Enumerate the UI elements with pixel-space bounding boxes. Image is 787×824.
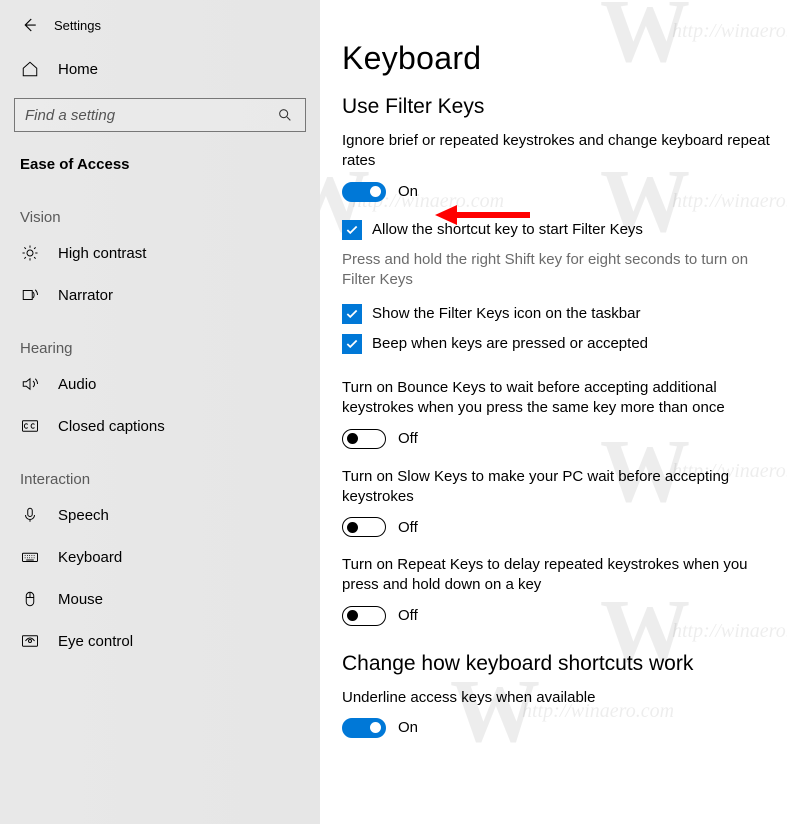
sidebar-item-narrator[interactable]: Narrator — [0, 274, 320, 316]
mic-icon — [20, 506, 40, 524]
bounce-keys-toggle[interactable] — [342, 429, 386, 449]
eye-icon — [20, 632, 40, 650]
repeat-keys-toggle[interactable] — [342, 606, 386, 626]
underline-access-keys-description: Underline access keys when available — [342, 688, 772, 708]
underline-access-keys-toggle-label: On — [398, 719, 418, 736]
sidebar-item-label: Speech — [58, 507, 109, 524]
beep-checkbox[interactable] — [342, 334, 362, 354]
audio-icon — [20, 375, 40, 393]
sidebar-item-label: Audio — [58, 376, 96, 393]
repeat-keys-description: Turn on Repeat Keys to delay repeated ke… — [342, 555, 772, 596]
sidebar-item-high-contrast[interactable]: High contrast — [0, 232, 320, 274]
group-label-vision: Vision — [0, 185, 320, 232]
allow-shortcut-hint: Press and hold the right Shift key for e… — [342, 250, 772, 291]
sidebar-item-label: Mouse — [58, 591, 103, 608]
section-title-filter-keys: Use Filter Keys — [342, 95, 787, 119]
sidebar-item-label: Narrator — [58, 287, 113, 304]
sidebar-item-label: Keyboard — [58, 549, 122, 566]
slow-keys-description: Turn on Slow Keys to make your PC wait b… — [342, 467, 772, 508]
show-taskbar-icon-checkbox[interactable] — [342, 304, 362, 324]
home-label: Home — [58, 61, 98, 78]
group-label-interaction: Interaction — [0, 447, 320, 494]
sidebar-item-speech[interactable]: Speech — [0, 494, 320, 536]
sidebar: Settings Home Ease of Access Vision High… — [0, 0, 320, 824]
group-label-hearing: Hearing — [0, 316, 320, 363]
underline-access-keys-toggle[interactable] — [342, 718, 386, 738]
search-icon — [277, 107, 295, 123]
bounce-keys-description: Turn on Bounce Keys to wait before accep… — [342, 378, 772, 419]
repeat-keys-toggle-label: Off — [398, 607, 418, 624]
window-title: Settings — [54, 18, 101, 33]
keyboard-icon — [20, 548, 40, 566]
filter-keys-toggle[interactable] — [342, 182, 386, 202]
search-input[interactable] — [25, 107, 277, 124]
slow-keys-toggle-label: Off — [398, 519, 418, 536]
show-taskbar-icon-label: Show the Filter Keys icon on the taskbar — [372, 304, 640, 324]
sidebar-item-mouse[interactable]: Mouse — [0, 578, 320, 620]
sidebar-item-label: Closed captions — [58, 418, 165, 435]
sidebar-item-label: High contrast — [58, 245, 146, 262]
section-title-shortcuts: Change how keyboard shortcuts work — [342, 652, 787, 676]
sidebar-item-closed-captions[interactable]: Closed captions — [0, 405, 320, 447]
filter-keys-description: Ignore brief or repeated keystrokes and … — [342, 131, 772, 172]
slow-keys-toggle[interactable] — [342, 517, 386, 537]
back-button[interactable] — [18, 14, 40, 36]
main-content: Keyboard Use Filter Keys Ignore brief or… — [320, 0, 787, 824]
mouse-icon — [20, 590, 40, 608]
cc-icon — [20, 417, 40, 435]
home-icon — [20, 60, 40, 78]
filter-keys-toggle-label: On — [398, 183, 418, 200]
sidebar-item-keyboard[interactable]: Keyboard — [0, 536, 320, 578]
narrator-icon — [20, 286, 40, 304]
sidebar-item-label: Eye control — [58, 633, 133, 650]
search-box[interactable] — [14, 98, 306, 132]
page-title: Keyboard — [342, 40, 787, 77]
allow-shortcut-checkbox[interactable] — [342, 220, 362, 240]
sidebar-item-audio[interactable]: Audio — [0, 363, 320, 405]
bounce-keys-toggle-label: Off — [398, 430, 418, 447]
beep-label: Beep when keys are pressed or accepted — [372, 334, 648, 354]
sidebar-item-eye-control[interactable]: Eye control — [0, 620, 320, 662]
sun-icon — [20, 244, 40, 262]
category-title: Ease of Access — [0, 142, 320, 185]
annotation-arrow — [435, 202, 530, 228]
sidebar-home[interactable]: Home — [0, 50, 320, 88]
